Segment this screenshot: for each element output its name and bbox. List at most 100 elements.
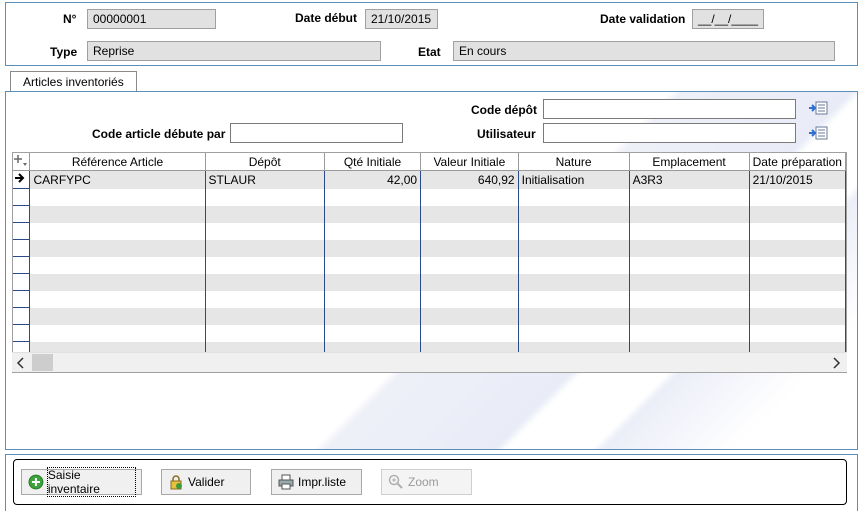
table-row[interactable] [13, 256, 846, 274]
row-selector[interactable] [13, 188, 31, 206]
table-row[interactable] [13, 324, 846, 342]
cell[interactable] [29, 222, 206, 240]
utilisateur-picker-icon[interactable] [808, 125, 828, 144]
cell[interactable] [205, 188, 325, 206]
cell[interactable] [29, 205, 206, 223]
cell[interactable] [324, 290, 422, 308]
cell[interactable] [518, 307, 630, 325]
row-selector[interactable] [13, 239, 31, 257]
valider-button[interactable]: Valider [161, 469, 251, 495]
cell[interactable] [629, 273, 750, 291]
cell[interactable] [749, 205, 846, 223]
cell[interactable] [205, 205, 325, 223]
table-row[interactable] [13, 290, 846, 308]
cell[interactable] [324, 239, 422, 257]
cell-valeur-initiale[interactable]: 640,92 [420, 170, 519, 189]
utilisateur-input[interactable] [543, 123, 796, 143]
cell[interactable] [420, 273, 519, 291]
cell[interactable] [324, 188, 422, 206]
cell[interactable] [324, 307, 422, 325]
zoom-button[interactable]: Zoom [381, 469, 472, 495]
cell[interactable] [629, 307, 750, 325]
cell[interactable] [749, 307, 846, 325]
cell[interactable] [518, 290, 630, 308]
cell[interactable] [629, 290, 750, 308]
cell[interactable] [205, 273, 325, 291]
cell[interactable] [629, 239, 750, 257]
cell[interactable] [629, 256, 750, 274]
cell[interactable] [749, 324, 846, 342]
cell-emplacement[interactable]: A3R3 [629, 170, 750, 189]
table-row[interactable] [13, 239, 846, 257]
tab-articles-inventories[interactable]: Articles inventoriés [10, 71, 137, 92]
col-header-reference[interactable]: Référence Article [29, 153, 206, 171]
code-depot-picker-icon[interactable] [808, 100, 828, 119]
articles-grid[interactable]: Référence Article Dépôt Qté Initiale Val… [12, 152, 847, 373]
cell[interactable] [420, 222, 519, 240]
cell[interactable] [420, 256, 519, 274]
col-header-qte-initiale[interactable]: Qté Initiale [324, 153, 422, 171]
cell[interactable] [205, 324, 325, 342]
row-selector-current[interactable] [13, 170, 31, 189]
row-selector[interactable] [13, 256, 31, 274]
cell[interactable] [749, 256, 846, 274]
table-row[interactable] [13, 205, 846, 223]
row-selector[interactable] [13, 307, 31, 325]
table-row[interactable] [13, 222, 846, 240]
cell[interactable] [420, 324, 519, 342]
col-header-depot[interactable]: Dépôt [205, 153, 325, 171]
cell[interactable] [324, 222, 422, 240]
cell[interactable] [205, 222, 325, 240]
cell[interactable] [518, 273, 630, 291]
cell[interactable] [518, 205, 630, 223]
cell[interactable] [29, 290, 206, 308]
cell-date-preparation[interactable]: 21/10/2015 [749, 170, 846, 189]
cell[interactable] [29, 239, 206, 257]
row-selector[interactable] [13, 290, 31, 308]
cell-nature[interactable]: Initialisation [518, 170, 630, 189]
cell[interactable] [749, 222, 846, 240]
row-selector[interactable] [13, 324, 31, 342]
cell[interactable] [749, 239, 846, 257]
table-row[interactable] [13, 188, 846, 206]
cell[interactable] [324, 324, 422, 342]
col-header-emplacement[interactable]: Emplacement [629, 153, 750, 171]
cell[interactable] [29, 256, 206, 274]
cell[interactable] [420, 188, 519, 206]
cell[interactable] [518, 256, 630, 274]
col-header-valeur-initiale[interactable]: Valeur Initiale [420, 153, 519, 171]
cell[interactable] [629, 205, 750, 223]
cell[interactable] [749, 188, 846, 206]
cell-qte-initiale[interactable]: 42,00 [324, 170, 422, 189]
cell[interactable] [205, 307, 325, 325]
cell[interactable] [324, 256, 422, 274]
impr-liste-button[interactable]: Impr.liste [271, 469, 362, 495]
code-depot-input[interactable] [543, 99, 796, 119]
cell[interactable] [324, 205, 422, 223]
cell[interactable] [324, 273, 422, 291]
grid-horizontal-scrollbar[interactable] [12, 352, 847, 372]
cell[interactable] [205, 239, 325, 257]
cell[interactable] [205, 290, 325, 308]
cell[interactable] [749, 273, 846, 291]
col-header-date-preparation[interactable]: Date préparation [749, 153, 846, 171]
cell[interactable] [518, 239, 630, 257]
cell[interactable] [205, 256, 325, 274]
scroll-left-icon[interactable] [15, 356, 27, 373]
row-selector[interactable] [13, 222, 31, 240]
scroll-right-icon[interactable] [830, 356, 842, 373]
cell[interactable] [420, 290, 519, 308]
grid-add-icon[interactable] [13, 153, 31, 171]
row-selector[interactable] [13, 273, 31, 291]
cell[interactable] [420, 205, 519, 223]
scroll-thumb[interactable] [32, 354, 53, 371]
cell-depot[interactable]: STLAUR [205, 170, 325, 189]
cell[interactable] [518, 188, 630, 206]
col-header-nature[interactable]: Nature [518, 153, 630, 171]
cell[interactable] [629, 324, 750, 342]
cell[interactable] [29, 307, 206, 325]
cell[interactable] [518, 324, 630, 342]
code-article-input[interactable] [230, 123, 403, 143]
cell[interactable] [629, 222, 750, 240]
saisie-inventaire-button[interactable]: Saisie inventaire [21, 467, 142, 497]
